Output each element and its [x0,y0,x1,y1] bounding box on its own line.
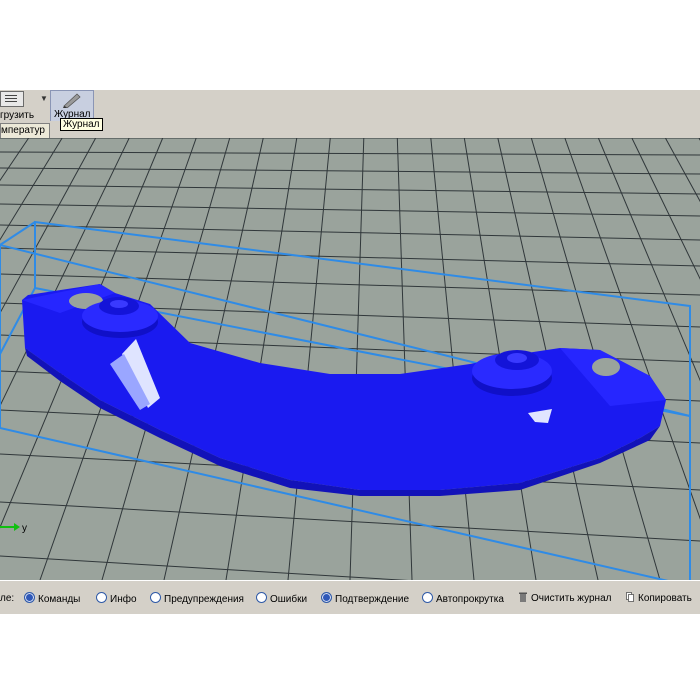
image-border-top [0,0,700,89]
status-prefix: ле: [0,593,15,604]
filter-autoscroll[interactable]: Автопрокрутка [422,592,504,606]
filter-info[interactable]: Инфо [96,592,137,606]
radio-icon [321,592,332,603]
trash-icon [519,592,527,602]
load-icon [0,91,24,107]
radio-icon [422,592,433,603]
status-bar: ле: Команды Инфо Предупреждения Ошибки П… [0,580,700,615]
journal-tooltip: Журнал [60,118,103,131]
tab-temperature[interactable]: мператур [0,123,50,138]
radio-icon [150,592,161,603]
copy-button[interactable]: Копировать [626,592,692,606]
tab-strip: мператур [0,121,700,139]
filter-warnings[interactable]: Предупреждения [150,592,244,606]
radio-icon [96,592,107,603]
filter-confirmation[interactable]: Подтверждение [321,592,409,606]
3d-viewport[interactable]: y [0,138,700,580]
viewport-canvas[interactable]: y [0,138,700,580]
copy-icon [626,592,634,602]
axis-y-label: y [22,523,27,534]
radio-icon [256,592,267,603]
radio-icon [24,592,35,603]
model-boss-left-hole [110,300,128,308]
model-hole-right [592,358,620,376]
toolbar: ▼ грузить Журнал [0,89,700,122]
model-boss-right-hole [507,353,527,363]
load-button-label: грузить [0,110,35,121]
pencil-icon [63,93,81,108]
filter-commands[interactable]: Команды [24,592,80,606]
filter-errors[interactable]: Ошибки [256,592,307,606]
clear-log-button[interactable]: Очистить журнал [519,592,611,606]
dropdown-arrow-icon[interactable]: ▼ [40,94,48,103]
image-border-bottom [0,614,700,700]
load-button[interactable]: ▼ грузить [0,90,48,122]
